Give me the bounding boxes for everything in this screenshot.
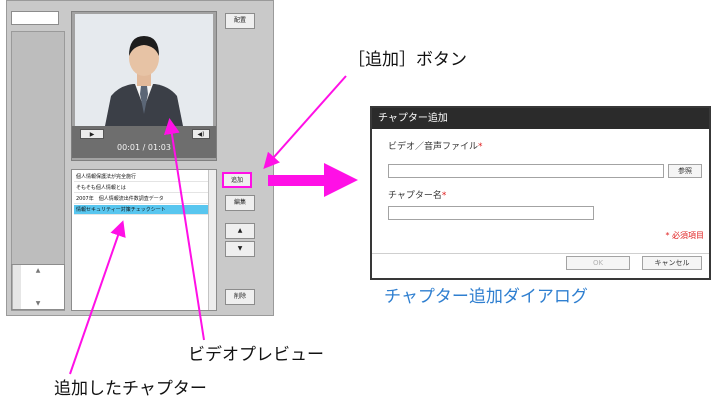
- arrow-to-added-chapter: [69, 220, 126, 375]
- arrow-to-video-preview: [163, 118, 205, 341]
- ok-button[interactable]: OK: [566, 256, 630, 270]
- file-label-group: ビデオ／音声ファイル*: [388, 139, 483, 152]
- video-preview-annotation: ビデオプレビュー: [188, 345, 324, 365]
- big-arrow-shaft: [268, 175, 326, 186]
- added-chapter-annotation: 追加したチャプター: [54, 379, 207, 399]
- dialog-separator: [372, 253, 709, 254]
- browse-button[interactable]: 参照: [668, 164, 702, 178]
- big-arrow-head: [324, 163, 358, 197]
- required-mark: *: [478, 142, 483, 152]
- dialog-caption: チャプター追加ダイアログ: [384, 287, 588, 307]
- file-path-input[interactable]: [388, 164, 664, 178]
- add-button-annotation: ［追加］ボタン: [348, 50, 467, 70]
- required-mark: *: [441, 191, 447, 201]
- dialog-title: チャプター追加: [372, 108, 709, 129]
- chapter-name-input[interactable]: [388, 206, 594, 220]
- cancel-button[interactable]: キャンセル: [642, 256, 702, 270]
- add-chapter-dialog: チャプター追加 ビデオ／音声ファイル* 参照 チャプター名* * 必須項目 OK…: [370, 106, 711, 280]
- chapter-name-label: チャプター名: [388, 191, 442, 201]
- name-label-group: チャプター名*: [388, 188, 446, 201]
- file-label: ビデオ／音声ファイル: [388, 142, 479, 152]
- required-note: * 必須項目: [665, 231, 704, 240]
- arrow-to-add-button: [263, 75, 347, 169]
